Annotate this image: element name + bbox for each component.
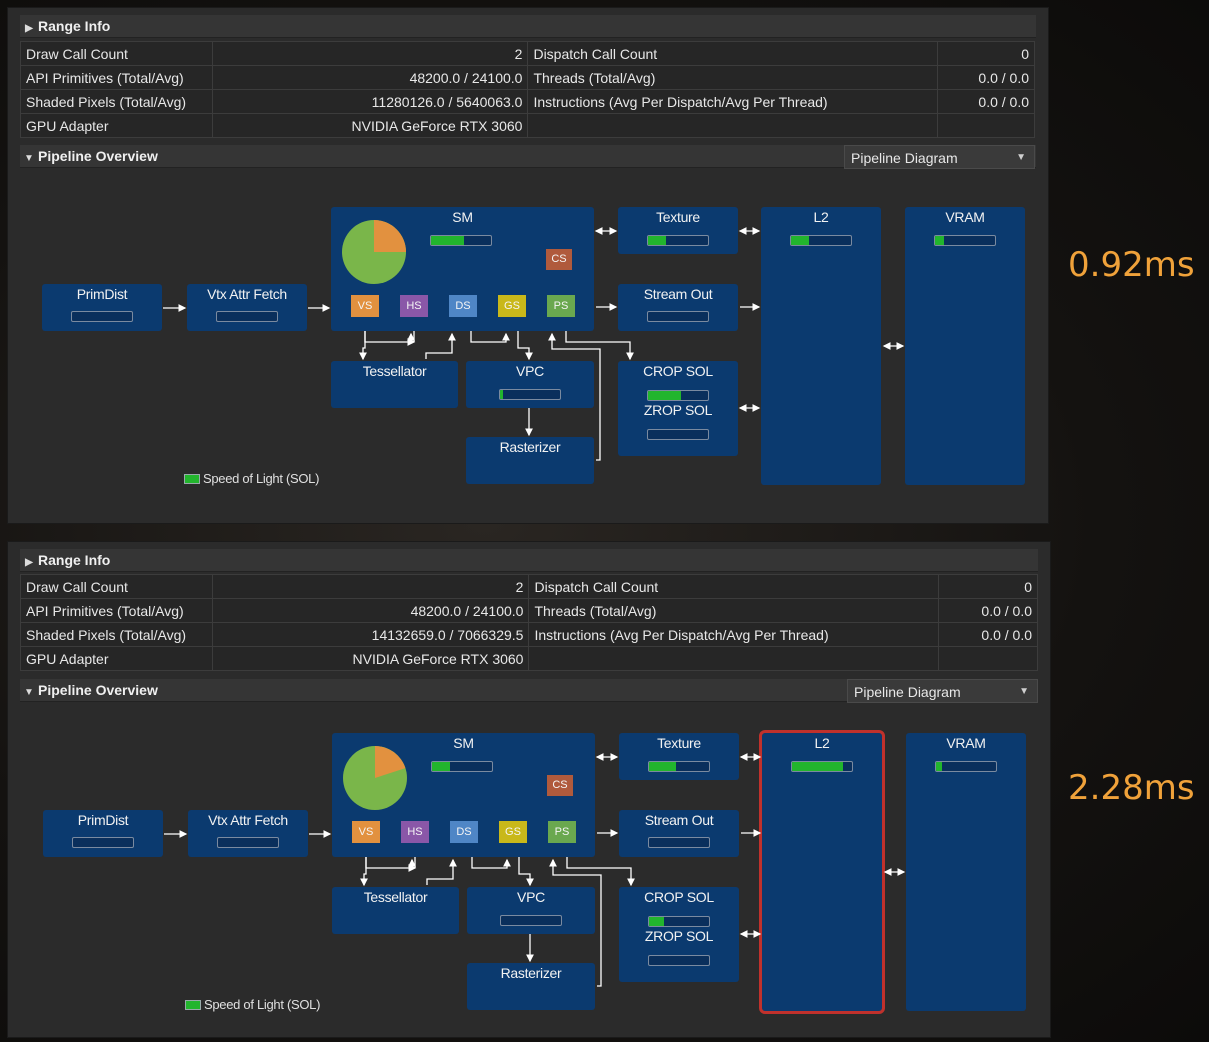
wire-vs-hs — [365, 857, 416, 869]
wire-ps-rop — [566, 857, 635, 887]
wire-tess-ds — [426, 858, 457, 885]
wire-gs-vpc — [518, 857, 534, 887]
wire-vs-tess — [360, 857, 368, 887]
wire-tess-ds — [425, 332, 456, 359]
wire-vs-hs — [364, 331, 415, 343]
profiler-panel-top: ▶ Range Info Draw Call Count 2 Dispatch Cal… — [7, 7, 1049, 524]
wire-ps-rop — [565, 331, 634, 361]
pipeline-connections — [163, 227, 905, 461]
profiler-panel-bottom: ▶ Range Info Draw Call Count 2 Dispatch Cal… — [7, 541, 1051, 1038]
wire-gs-vpc — [517, 331, 533, 361]
timing-label-top: 0.92ms — [1068, 245, 1195, 285]
pipeline-diagram: PrimDist Vtx Attr Fetch Texture Stream Out L… — [8, 542, 1050, 1037]
wire-rasterizer-ps — [549, 858, 602, 987]
wire-rasterizer-ps — [548, 332, 601, 461]
wire-vs-tess — [359, 331, 367, 361]
timing-label-bottom: 2.28ms — [1068, 768, 1195, 808]
pipeline-connections — [164, 753, 906, 987]
wire-ds-gs — [471, 857, 511, 869]
pipeline-diagram: PrimDist Vtx Attr Fetch Texture Stream Out L… — [8, 8, 1048, 523]
wire-ds-gs — [470, 331, 510, 343]
